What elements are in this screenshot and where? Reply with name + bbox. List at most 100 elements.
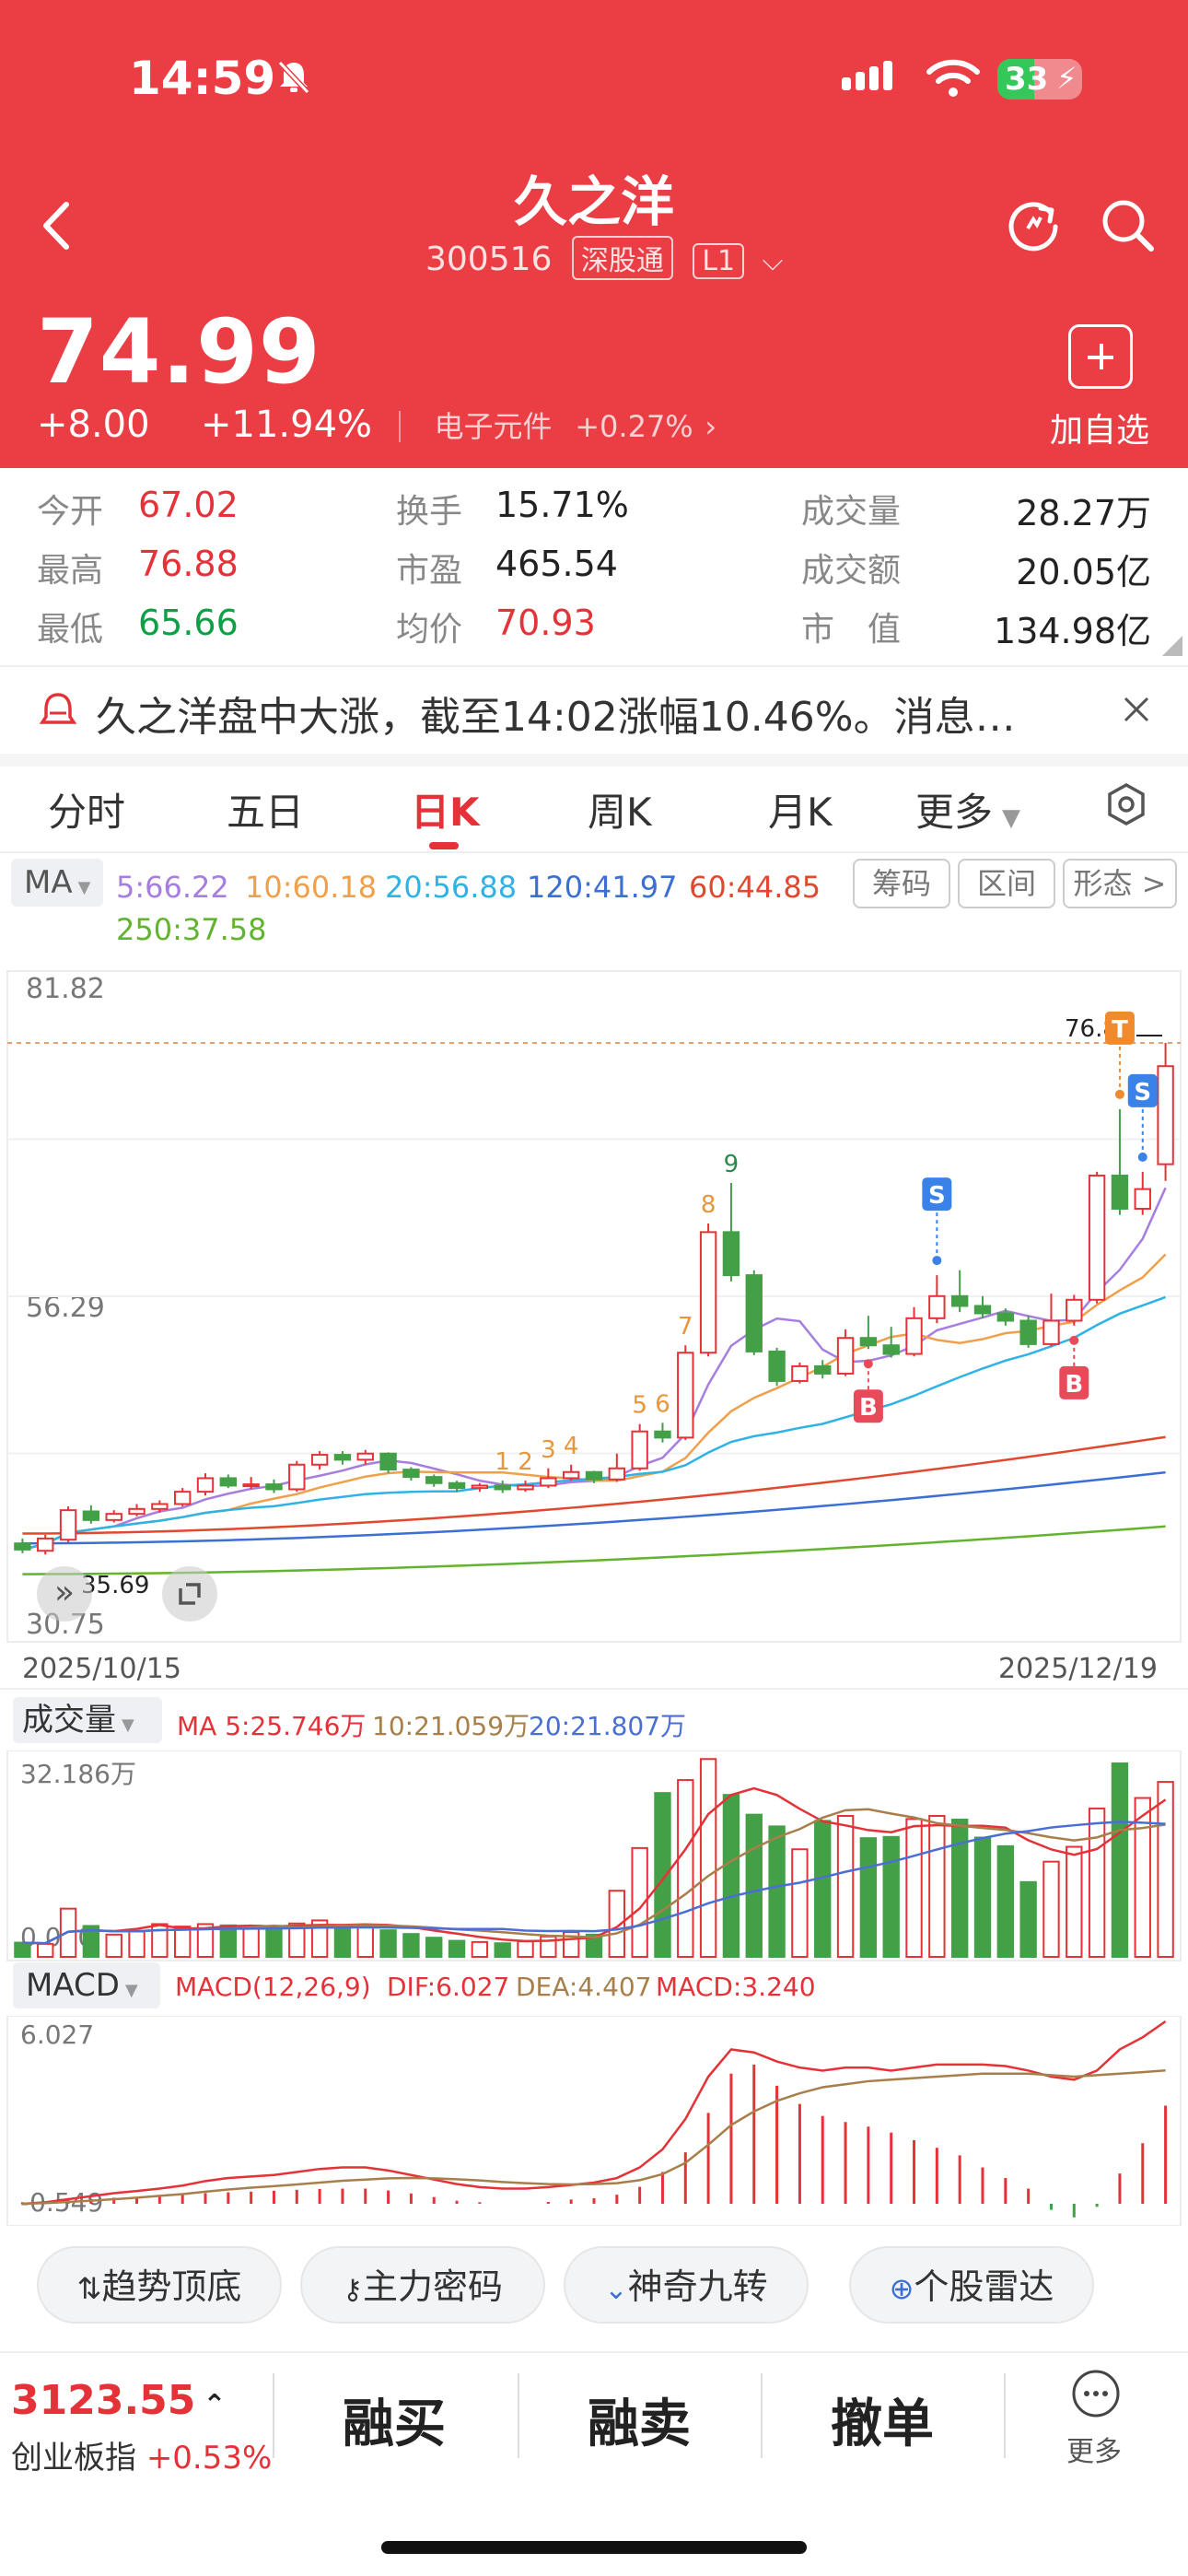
volume-bar	[219, 1924, 238, 1959]
volume-bar	[859, 1837, 878, 1959]
volume-bar	[1111, 1762, 1129, 1959]
chevron-down-icon[interactable]: ⌵	[763, 245, 784, 277]
main-force-code-label[interactable]: 主力密码	[363, 2266, 503, 2307]
more-dots-icon[interactable]	[1070, 2368, 1122, 2419]
add-watch-label[interactable]: 加自选	[1050, 404, 1149, 451]
volume-selector-label[interactable]: 成交量	[22, 1702, 116, 1739]
ma-selector-label[interactable]: MA	[24, 864, 73, 901]
pattern-button[interactable]: 形态 >	[1063, 859, 1177, 908]
volume-bar	[448, 1939, 466, 1959]
candle-body	[562, 1470, 580, 1480]
macd-chart[interactable]	[0, 2016, 1188, 2226]
ma5-value: 5:66.22	[116, 870, 229, 905]
ma10-value: 10:60.18	[245, 870, 378, 905]
vol-ma20: 20:21.807万	[529, 1711, 687, 1741]
volume-ma10-line	[22, 1808, 1166, 1945]
signal-label: S	[1134, 1079, 1151, 1107]
volume-bar	[973, 1836, 992, 1958]
range-button[interactable]: 区间	[958, 859, 1055, 908]
volume-divider	[0, 1688, 1188, 1690]
stock-radar-button[interactable]: ⊕个股雷达	[849, 2246, 1094, 2324]
home-indicator	[381, 2541, 807, 2554]
index-change[interactable]: +0.53%	[146, 2440, 273, 2476]
expand-left-icon[interactable]: »	[37, 1566, 92, 1622]
candle-body	[950, 1294, 969, 1307]
sector-name[interactable]: 电子元件	[435, 409, 553, 444]
macd-selector[interactable]: MACD ▼	[13, 1962, 160, 2008]
battery-level: 33	[1005, 61, 1049, 98]
signal-dot	[1069, 1335, 1079, 1345]
tab-five-day[interactable]: 五日	[227, 781, 304, 837]
nine-turn-marker: 8	[701, 1191, 716, 1219]
margin-buy-button[interactable]: 融买	[343, 2383, 446, 2457]
chevron-right-icon[interactable]: ›	[705, 409, 716, 444]
index-value[interactable]: 3123.55 ⌃	[11, 2377, 227, 2424]
cancel-order-button[interactable]: 撤单	[831, 2383, 934, 2457]
caret-down-icon[interactable]: ▼	[1002, 804, 1020, 832]
macd-dif-line	[22, 2020, 1167, 2206]
candle-body	[654, 1430, 671, 1439]
refresh-icon[interactable]	[1004, 195, 1063, 254]
ma60-value: 60:44.85	[689, 870, 821, 905]
stat-turnover-label: 换手	[396, 493, 463, 531]
caret-up-icon[interactable]: ⌃	[203, 2389, 226, 2421]
tab-weekly-k[interactable]: 周K	[588, 781, 652, 837]
candle-body	[151, 1503, 169, 1510]
level-tag[interactable]: L1	[693, 243, 745, 279]
news-banner[interactable]: 久之洋盘中大涨，截至14:02涨幅10.46%。消息…	[0, 665, 1188, 755]
stock-radar-label[interactable]: 个股雷达	[914, 2266, 1054, 2307]
main-force-code-button[interactable]: ⚷主力密码	[300, 2246, 545, 2324]
signal-label: B	[859, 1394, 878, 1422]
kline-chart[interactable]: 1 2 3 4 5 6 7 89 S B S B T	[0, 966, 1188, 1647]
close-icon[interactable]	[1122, 695, 1151, 724]
candle-body	[448, 1481, 466, 1490]
candle-body	[402, 1469, 420, 1479]
sector-change[interactable]: +0.27%	[575, 409, 693, 444]
more-label[interactable]: 更多	[1066, 2429, 1122, 2469]
volume-selector[interactable]: 成交量 ▼	[13, 1697, 162, 1743]
fullscreen-icon[interactable]	[162, 1566, 217, 1622]
radar-icon: ⊕	[889, 2271, 914, 2306]
caret-down-icon[interactable]: ▼	[78, 878, 91, 897]
index-value-text[interactable]: 3123.55	[11, 2377, 195, 2424]
tab-daily-k[interactable]: 日K	[411, 781, 480, 837]
magic-nine-label[interactable]: 神奇九转	[628, 2266, 768, 2307]
ma-selector[interactable]: MA ▼	[11, 859, 103, 907]
ma120-value: 120:41.97	[527, 870, 678, 905]
volume-bar	[722, 1794, 740, 1959]
trend-top-bottom-button[interactable]: ⇅趋势顶底	[37, 2246, 282, 2324]
trend-top-bottom-label[interactable]: 趋势顶底	[101, 2266, 241, 2307]
volume-chart[interactable]	[0, 1751, 1188, 1962]
magic-nine-button[interactable]: ⌄神奇九转	[564, 2246, 809, 2324]
chip-button[interactable]: 筹码	[853, 859, 950, 908]
candle-body	[128, 1507, 146, 1516]
volume-bar	[494, 1942, 511, 1958]
nine-turn-marker: 4	[564, 1433, 579, 1460]
volume-bar	[333, 1924, 352, 1959]
candle-body	[333, 1454, 352, 1461]
expand-corner-icon[interactable]	[1162, 636, 1182, 656]
tab-intraday[interactable]: 分时	[48, 781, 125, 837]
settings-hexagon-icon[interactable]	[1103, 781, 1149, 827]
candle-body	[219, 1477, 238, 1487]
stat-volume: 28.27万	[1016, 493, 1151, 533]
news-banner-text[interactable]: 久之洋盘中大涨，截至14:02涨幅10.46%。消息…	[96, 684, 1054, 743]
candle-body	[859, 1337, 878, 1347]
add-watch-button[interactable]	[1068, 324, 1133, 389]
margin-sell-button[interactable]: 融卖	[588, 2383, 691, 2457]
tab-more[interactable]: 更多 ▼	[915, 781, 1020, 837]
caret-down-icon[interactable]: ▼	[125, 1981, 138, 2000]
battery-icon: 33 ⚡	[997, 59, 1082, 100]
caret-down-icon[interactable]: ▼	[122, 1715, 134, 1735]
tab-monthly-k[interactable]: 月K	[768, 781, 833, 837]
signal-dot	[1137, 1152, 1147, 1162]
search-icon[interactable]	[1098, 195, 1157, 254]
macd-selector-label[interactable]: MACD	[26, 1967, 120, 2004]
index-name-row[interactable]: 创业板指 +0.53%	[11, 2432, 272, 2477]
price-change-row: +8.00 +11.94% 电子元件 +0.27% ›	[37, 404, 716, 446]
nine-turn-marker: 6	[655, 1390, 670, 1418]
stock-subtitle: 300516 深股通 L1 ⌵	[425, 236, 783, 280]
stat-avg-label: 均价	[396, 611, 463, 649]
tab-more-label[interactable]: 更多	[915, 790, 993, 835]
index-name[interactable]: 创业板指	[11, 2440, 136, 2476]
